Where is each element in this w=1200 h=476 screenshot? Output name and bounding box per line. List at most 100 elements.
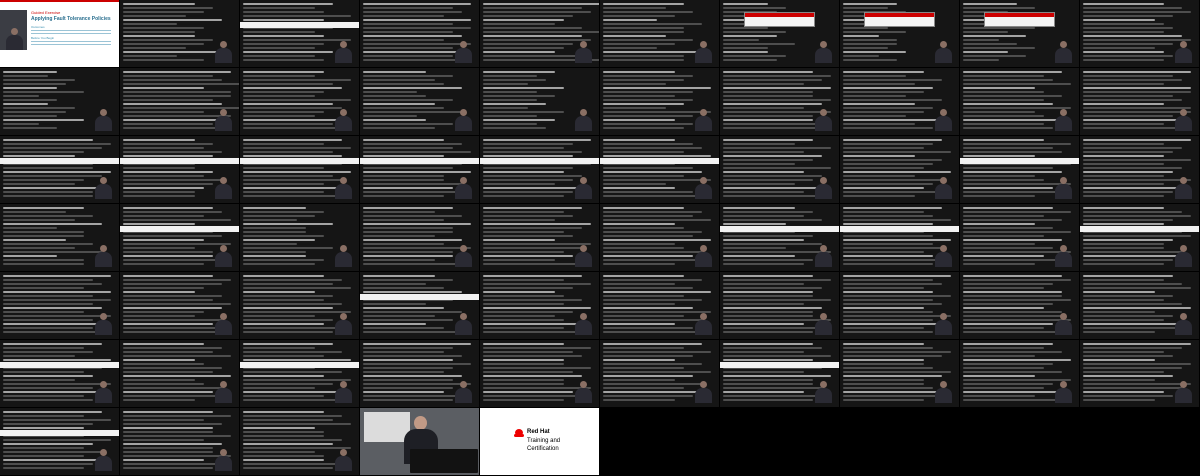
- thumbnail-tile[interactable]: [720, 0, 839, 67]
- terminal-line: [3, 71, 58, 73]
- thumbnail-tile[interactable]: [960, 0, 1079, 67]
- thumbnail-tile[interactable]: [360, 68, 479, 135]
- contact-sheet-grid: Guided Exercise Applying Fault Tolerance …: [0, 0, 1200, 476]
- presenter-head: [820, 313, 827, 320]
- terminal-line: [1083, 371, 1165, 373]
- thumbnail-tile[interactable]: [600, 340, 719, 407]
- presenter-head: [1180, 41, 1187, 48]
- thumbnail-tile[interactable]: [360, 0, 479, 67]
- terminal-line: [243, 83, 334, 85]
- thumbnail-tile[interactable]: Guided Exercise Applying Fault Tolerance …: [0, 0, 119, 67]
- thumbnail-tile[interactable]: [360, 408, 479, 475]
- thumbnail-tile[interactable]: [720, 68, 839, 135]
- terminal-line: [123, 375, 232, 377]
- thumbnail-tile[interactable]: [240, 68, 359, 135]
- thumbnail-tile[interactable]: [0, 136, 119, 203]
- thumbnail-tile[interactable]: [360, 340, 479, 407]
- thumbnail-tile[interactable]: [0, 408, 119, 475]
- thumbnail-tile[interactable]: [960, 136, 1079, 203]
- thumbnail-tile[interactable]: [480, 68, 599, 135]
- thumbnail-tile[interactable]: [240, 0, 359, 67]
- terminal-line: [843, 107, 934, 109]
- terminal-line: [3, 207, 85, 209]
- highlighted-command-bar: [840, 226, 959, 232]
- terminal-line: [603, 223, 676, 225]
- terminal-frame: [1080, 272, 1199, 339]
- thumbnail-tile[interactable]: [120, 0, 239, 67]
- terminal-line: [363, 219, 445, 221]
- thumbnail-tile[interactable]: [960, 340, 1079, 407]
- terminal-line: [723, 391, 805, 393]
- terminal-line: [3, 303, 94, 305]
- thumbnail-tile[interactable]: [600, 136, 719, 203]
- thumbnail-tile[interactable]: [240, 408, 359, 475]
- thumbnail-tile[interactable]: [1080, 340, 1199, 407]
- thumbnail-tile[interactable]: [720, 136, 839, 203]
- thumbnail-tile[interactable]: [120, 272, 239, 339]
- terminal-line: [243, 103, 334, 105]
- thumbnail-tile[interactable]: [240, 340, 359, 407]
- thumbnail-tile[interactable]: [480, 204, 599, 271]
- thumbnail-tile[interactable]: [960, 272, 1079, 339]
- thumbnail-tile[interactable]: [840, 272, 959, 339]
- terminal-line: [123, 27, 205, 29]
- terminal-line: [723, 83, 805, 85]
- terminal-line: [3, 331, 103, 333]
- highlighted-command-bar: [960, 158, 1079, 164]
- thumbnail-tile[interactable]: [0, 68, 119, 135]
- thumbnail-tile[interactable]: [600, 204, 719, 271]
- terminal-line: [123, 459, 205, 461]
- thumbnail-tile[interactable]: [480, 136, 599, 203]
- thumbnail-tile[interactable]: [0, 204, 119, 271]
- terminal-line: [483, 275, 583, 277]
- thumbnail-tile[interactable]: [1080, 68, 1199, 135]
- thumbnail-tile[interactable]: [720, 340, 839, 407]
- thumbnail-tile[interactable]: [1080, 136, 1199, 203]
- thumbnail-tile[interactable]: Red Hat Training and Certification: [480, 408, 599, 475]
- thumbnail-tile[interactable]: [120, 136, 239, 203]
- terminal-line: [483, 155, 574, 157]
- terminal-line: [1083, 103, 1165, 105]
- thumbnail-tile[interactable]: [1080, 204, 1199, 271]
- thumbnail-tile[interactable]: [600, 68, 719, 135]
- thumbnail-tile[interactable]: [600, 272, 719, 339]
- thumbnail-tile[interactable]: [840, 0, 959, 67]
- terminal-line: [603, 103, 685, 105]
- terminal-line: [483, 347, 592, 349]
- thumbnail-tile[interactable]: [120, 408, 239, 475]
- thumbnail-tile[interactable]: [120, 340, 239, 407]
- terminal-line: [963, 387, 1045, 389]
- thumbnail-tile[interactable]: [0, 340, 119, 407]
- thumbnail-tile[interactable]: [1080, 0, 1199, 67]
- thumbnail-tile[interactable]: [720, 272, 839, 339]
- thumbnail-tile[interactable]: [360, 204, 479, 271]
- thumbnail-tile[interactable]: [240, 136, 359, 203]
- thumbnail-tile[interactable]: [1080, 272, 1199, 339]
- thumbnail-tile[interactable]: [120, 204, 239, 271]
- thumbnail-tile[interactable]: [840, 68, 959, 135]
- thumbnail-tile[interactable]: [720, 204, 839, 271]
- terminal-line: [843, 223, 934, 225]
- thumbnail-tile[interactable]: [240, 204, 359, 271]
- thumbnail-tile[interactable]: [600, 0, 719, 67]
- terminal-line: [1083, 19, 1156, 21]
- thumbnail-tile[interactable]: [480, 272, 599, 339]
- thumbnail-tile[interactable]: [120, 68, 239, 135]
- thumbnail-tile[interactable]: [360, 136, 479, 203]
- thumbnail-tile[interactable]: [840, 136, 959, 203]
- thumbnail-tile[interactable]: [840, 204, 959, 271]
- terminal-line: [123, 419, 205, 421]
- thumbnail-tile[interactable]: [840, 340, 959, 407]
- thumbnail-tile[interactable]: [480, 340, 599, 407]
- terminal-line: [1083, 91, 1192, 93]
- thumbnail-tile[interactable]: [480, 0, 599, 67]
- thumbnail-tile[interactable]: [960, 204, 1079, 271]
- thumbnail-tile[interactable]: [0, 272, 119, 339]
- thumbnail-tile[interactable]: [360, 272, 479, 339]
- terminal-line: [603, 295, 685, 297]
- thumbnail-tile[interactable]: [960, 68, 1079, 135]
- terminal-frame: [720, 204, 839, 271]
- terminal-line: [363, 3, 472, 5]
- terminal-frame: [960, 68, 1079, 135]
- thumbnail-tile[interactable]: [240, 272, 359, 339]
